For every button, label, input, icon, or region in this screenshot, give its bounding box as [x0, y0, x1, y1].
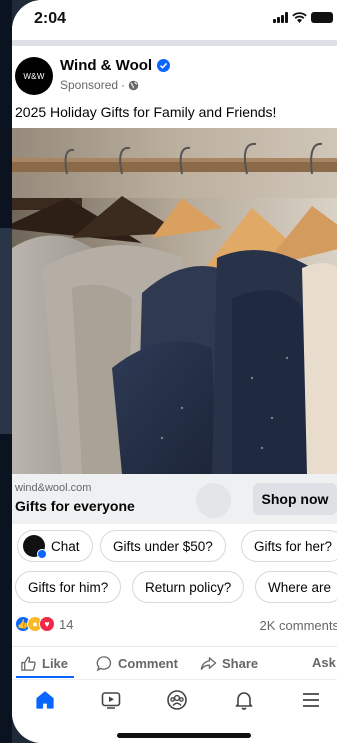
globe-icon [128, 80, 139, 90]
reactions-summary[interactable]: 👍 ● ♥ 14 [15, 616, 73, 632]
signal-icon [273, 12, 288, 23]
chip-gifts-under-50[interactable]: Gifts under $50? [100, 530, 226, 562]
cta-url: wind&wool.com [15, 482, 92, 494]
chip-return-policy[interactable]: Return policy? [132, 571, 245, 603]
sponsored-label: Sponsored [60, 78, 119, 92]
tab-menu[interactable] [299, 688, 323, 712]
share-label: Share [222, 656, 259, 671]
tab-video[interactable] [99, 688, 123, 712]
like-active-underline [16, 676, 74, 678]
status-icons [273, 12, 333, 23]
reaction-count: 14 [59, 616, 74, 632]
tab-notifications[interactable] [232, 688, 256, 712]
love-reaction-icon: ♥ [39, 616, 55, 632]
chat-chip[interactable]: Chat [17, 530, 93, 562]
wifi-icon [292, 12, 307, 23]
device-frame-left [0, 0, 12, 743]
status-bar: 2:04 [12, 0, 337, 40]
home-indicator [117, 733, 251, 738]
thumbs-up-icon [21, 656, 36, 671]
feed-divider [12, 40, 337, 46]
like-button[interactable]: Like [20, 655, 68, 672]
like-label: Like [42, 656, 69, 671]
cta-headline: Gifts for everyone [15, 498, 135, 514]
video-icon [101, 692, 121, 709]
messenger-badge-icon [37, 549, 47, 559]
post-caption: 2025 Holiday Gifts for Family and Friend… [15, 104, 277, 120]
tab-home[interactable] [33, 688, 57, 712]
chip-gifts-for-her[interactable]: Gifts for her? [241, 530, 337, 562]
chip-gifts-for-him[interactable]: Gifts for him? [15, 571, 122, 603]
shop-now-button[interactable]: Shop now [253, 483, 337, 515]
comment-button[interactable]: Comment [96, 655, 178, 672]
cta-bar[interactable]: wind&wool.com Gifts for everyone Shop no… [12, 474, 337, 524]
loading-spinner [196, 483, 231, 518]
hanging-sweaters-photo [12, 128, 337, 474]
post-action-bar: Like Comment Share Ask [12, 646, 337, 678]
ask-label: Ask [312, 655, 336, 670]
comment-label: Comment [118, 656, 178, 671]
page-name-row: Wind & Wool [60, 57, 171, 74]
share-icon [200, 657, 217, 670]
chip-where-are[interactable]: Where are [255, 571, 337, 603]
menu-icon [303, 693, 319, 707]
comment-icon [96, 656, 112, 672]
status-time: 2:04 [34, 10, 67, 27]
page-name[interactable]: Wind & Wool [60, 57, 152, 74]
chat-chip-label: Chat [51, 538, 80, 554]
comments-count[interactable]: 2K comments [260, 618, 337, 633]
notifications-icon [235, 692, 253, 710]
post-header: W&W Wind & Wool Sponsored · [12, 50, 337, 100]
sponsored-row: Sponsored · [60, 78, 139, 92]
separator-dot: · [121, 78, 126, 92]
home-icon [36, 691, 54, 709]
ad-image[interactable] [12, 128, 337, 474]
phone-screen: 2:04 W&W Wind & Wool Sponsored · 2025 Ho… [12, 0, 337, 743]
share-button[interactable]: Share [200, 655, 258, 672]
battery-icon [311, 12, 333, 23]
chat-avatar [23, 535, 47, 559]
groups-icon [167, 690, 187, 710]
page-avatar[interactable]: W&W [15, 57, 53, 95]
ask-button[interactable]: Ask [312, 655, 336, 670]
verified-badge-icon [157, 59, 171, 72]
tab-groups[interactable] [165, 688, 189, 712]
